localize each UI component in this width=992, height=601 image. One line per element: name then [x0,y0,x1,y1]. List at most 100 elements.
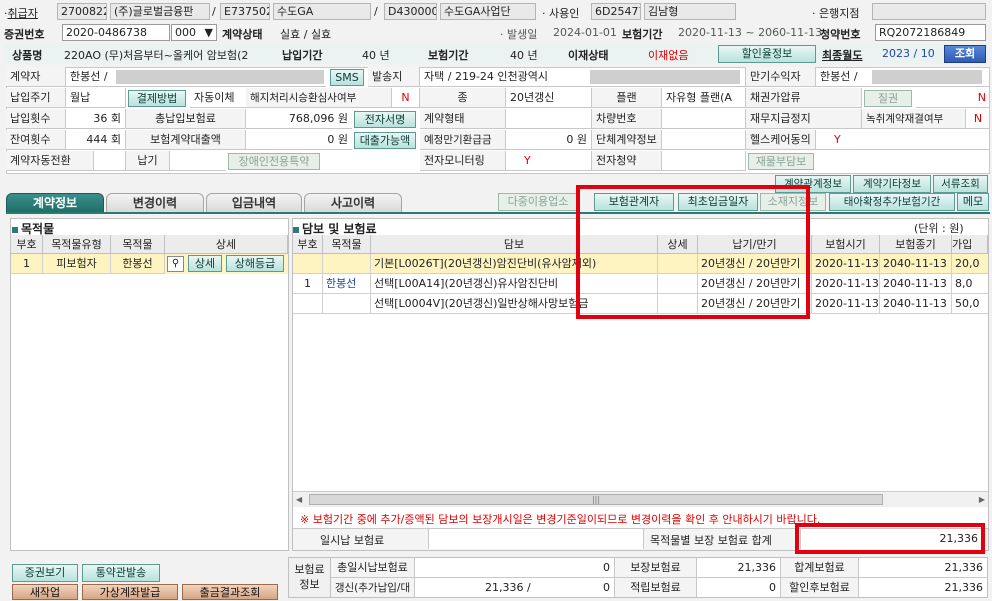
tab-deposit-history[interactable]: 입금내역 [206,193,302,212]
healthcare-value: Y [816,130,990,150]
sub-label: 청약번호 [820,28,861,41]
bank-field [872,3,986,20]
pay-period-value: 40 년 [362,49,390,62]
coverage-premium-label: 보장보험료 [615,558,697,578]
multi-use-button[interactable]: 다중이용업소 [498,193,578,211]
sum-label: 목적물별 보장 보험료 합계 [650,534,772,547]
remain-value: 444 회 [66,130,126,150]
total-lump-label: 총일시납보험료 [331,558,415,578]
period-value: 2020-11-13 ~ 2060-11-13 [678,26,823,39]
property-burden-button[interactable]: 재물부담보 [748,153,814,170]
pay-cycle-label: 납입주기 [6,88,66,108]
payment-stop-label: 재무지급정지 [746,109,862,129]
contractor-value: 한봉선 / [70,70,108,83]
left-header-type: 목적물유형 [43,235,111,254]
end-cell: 2040-11-13 [880,274,952,294]
ins-period-value: 40 년 [510,49,538,62]
sms-button[interactable]: SMS [330,69,364,86]
discount-info-button[interactable]: 할인율정보 [718,45,816,63]
ins-period-label: 보험기간 [428,49,469,62]
transfer-value: 이재없음 [648,49,689,62]
expected-refund-value: 0 원 [506,130,592,150]
contract-etc-button[interactable]: 계약기타정보 [853,175,931,193]
product-label: 상품명 [12,49,43,62]
policy-number-input[interactable]: 2020-0486738 [62,24,170,41]
end-cell: 2040-11-13 [880,254,952,274]
tab-accident-history[interactable]: 사고이력 [304,193,402,212]
transfer-label: 이재상태 [568,49,609,62]
total-premium-value: 768,096 원 [246,109,352,129]
send-label: 발송지 [368,67,420,87]
right-header-no: 부호 [293,235,323,254]
lien-button[interactable]: 질권 [864,90,912,107]
injury-grade-button[interactable]: 상해등급 [226,255,284,272]
tab-contract-info[interactable]: 계약정보 [6,193,104,212]
renewal-value: 21,336 / [485,581,531,594]
emp-code: E737502 [220,3,270,20]
loan-value: 0 원 [246,130,352,150]
unit-label: (단위 : 원) [914,222,964,235]
broker-code: 2700822 [57,3,107,20]
disability-rider-button[interactable]: 장애인전용특약 [228,153,320,170]
total-lump-value: 0 [415,558,615,578]
memo-button[interactable]: 메모 [957,193,989,211]
loan-available-button[interactable]: 대출가능액 [354,132,416,149]
left-row-type: 피보험자 [43,254,111,274]
bond-value: N [916,88,990,108]
premium-info-title: 보험료 정보 [289,558,331,597]
fetus-period-button[interactable]: 태아확정추가보험기간 [829,193,955,211]
auto-debit-value: 자동이체 [190,88,246,108]
notice-text: ※ 보험기간 중에 추가/증액된 담보의 보장개시일은 변경기준일이되므로 변경… [300,513,821,526]
period-label: 보험기간 [622,28,663,41]
contractor-label: 계약자 [6,67,66,87]
e-sign-button[interactable]: 전자서명 [354,111,416,128]
maturity-value: 한봉선 / [820,70,858,83]
user-code: 6D25477 [591,3,641,20]
search-button[interactable]: 조회 [944,45,986,63]
left-header-detail: 상세 [165,235,288,254]
last-month-label: 최종월도 [822,49,863,62]
sub-number: RQ2072186849 [875,24,986,41]
horizontal-scrollbar[interactable]: ◀ ||| ▶ [293,491,988,507]
amount-cell: 20,0 [952,254,988,274]
lump-sum-label: 일시납 보험료 [320,534,385,547]
send-terms-button[interactable]: 통약관발송 [82,564,160,582]
tab-change-history[interactable]: 변경이력 [106,193,204,212]
product-value: 220AO (무)처음부터~올케어 암보험(2 [64,49,249,62]
recording-label: 녹취계약재결여부 [862,109,966,129]
detail-button[interactable]: 상세 [188,255,222,272]
issue-value: 2024-01-01 [553,26,617,39]
left-header-target: 목적물 [111,235,165,254]
plan-label: 플랜 [592,88,662,108]
left-row-name: 한봉선 [111,254,165,274]
healthcare-label: 헬스케어동의 [746,130,816,150]
maturity-label: 만기수익자 [746,67,816,87]
contract-form-label: 계약형태 [420,109,506,129]
left-header-no: 부호 [11,235,43,254]
broker-name: (주)글로벌금융판 [110,3,210,20]
bond-label: 채권가압류 [746,88,862,108]
kind-value: 20년갱신 [506,88,592,108]
expected-refund-label: 예정만기환급금 [420,130,506,150]
pay-method-button[interactable]: 결제방법 [128,90,186,107]
right-header-start: 보험시기 [812,235,880,254]
total-premium-sum-label: 합계보험료 [781,558,859,578]
dept-name: 수도GA사업단 [440,3,536,20]
broker-label: ·취급자 [4,7,38,20]
search-icon[interactable]: ⚲ [167,256,184,272]
dept-code: D430000 [384,3,437,20]
total-premium-label: 총납입보험료 [126,109,246,129]
chevron-down-icon: ▼ [204,26,213,39]
monitoring-value: Y [506,151,592,171]
view-policy-button[interactable]: 증권보기 [12,564,78,582]
scroll-thumb[interactable]: ||| [309,494,883,505]
right-header-end: 보험종기 [880,235,952,254]
document-search-button[interactable]: 서류조회 [933,175,988,193]
scroll-left-icon[interactable]: ◀ [296,495,302,504]
group-contract-label: 단체계약정보 [592,130,662,150]
recording-value: N [966,109,990,129]
highlight-box [576,185,810,319]
discounted-premium-value: 21,336 [944,581,984,594]
policy-seq-select[interactable]: 000 ▼ [171,24,217,41]
scroll-right-icon[interactable]: ▶ [979,495,985,504]
